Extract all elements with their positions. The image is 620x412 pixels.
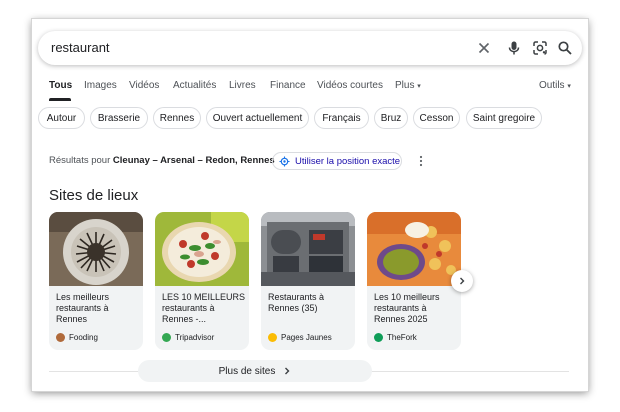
location-info: Résultats pour Cleunay – Arsenal – Redon… bbox=[49, 155, 275, 166]
chip-saint-gregoire[interactable]: Saint gregoire bbox=[466, 107, 542, 129]
search-results-window: restaurant Tous Images Vidéos Actualités… bbox=[32, 19, 588, 391]
location-target-icon bbox=[279, 155, 290, 167]
card-title: LES 10 MEILLEURS restaurants à Rennes -.… bbox=[162, 292, 246, 324]
section-title: Sites de lieux bbox=[49, 187, 139, 204]
chip-francais[interactable]: Français bbox=[314, 107, 369, 129]
use-exact-location-label: Utiliser la position exacte bbox=[295, 155, 401, 167]
card-source: Fooding bbox=[56, 332, 98, 343]
caret-down-icon: ▾ bbox=[417, 83, 421, 90]
card-title: Restaurants à Rennes (35) bbox=[268, 292, 325, 313]
tab-livres[interactable]: Livres bbox=[229, 80, 256, 91]
tab-actualites[interactable]: Actualités bbox=[173, 80, 216, 91]
tools-button[interactable]: Outils ▾ bbox=[539, 80, 571, 91]
card-thumbnail bbox=[367, 212, 461, 286]
microphone-icon[interactable] bbox=[506, 40, 522, 56]
card-source-name: Tripadvisor bbox=[175, 333, 215, 342]
card-title: Les 10 meilleurs restaurants à Rennes 20… bbox=[374, 292, 440, 324]
tab-tous[interactable]: Tous bbox=[49, 80, 72, 91]
lens-icon[interactable] bbox=[532, 40, 548, 56]
tab-videos[interactable]: Vidéos bbox=[129, 80, 159, 91]
card-source-name: Fooding bbox=[69, 333, 98, 342]
tab-plus[interactable]: Plus ▾ bbox=[395, 80, 421, 91]
place-site-card[interactable]: Les meilleurs restaurants à Rennes Foodi… bbox=[49, 212, 143, 350]
card-source: Tripadvisor bbox=[162, 332, 214, 343]
card-source-name: Pages Jaunes bbox=[281, 333, 332, 342]
place-site-card[interactable]: Les 10 meilleurs restaurants à Rennes 20… bbox=[367, 212, 461, 350]
filter-chips: Autour Brasserie Rennes Ouvert actuellem… bbox=[32, 107, 588, 129]
chip-ouvert-actuellement[interactable]: Ouvert actuellement bbox=[206, 107, 309, 129]
fooding-logo-icon bbox=[56, 333, 65, 342]
search-bar[interactable]: restaurant bbox=[38, 31, 582, 65]
card-source-name: TheFork bbox=[387, 333, 417, 342]
more-sites-button[interactable]: Plus de sites bbox=[138, 360, 372, 382]
tab-finance[interactable]: Finance bbox=[270, 80, 306, 91]
search-input[interactable]: restaurant bbox=[51, 40, 110, 55]
card-source: Pages Jaunes bbox=[268, 332, 332, 343]
thefork-logo-icon bbox=[374, 333, 383, 342]
chevron-right-icon bbox=[285, 367, 290, 375]
close-icon[interactable] bbox=[476, 40, 492, 56]
chip-rennes[interactable]: Rennes bbox=[153, 107, 201, 129]
more-sites-label: Plus de sites bbox=[218, 365, 276, 377]
card-thumbnail bbox=[155, 212, 249, 286]
tab-videos-courtes[interactable]: Vidéos courtes bbox=[317, 80, 383, 91]
carousel-next-button[interactable] bbox=[451, 270, 473, 292]
chip-brasserie[interactable]: Brasserie bbox=[90, 107, 148, 129]
card-thumbnail bbox=[261, 212, 355, 286]
more-options-icon[interactable] bbox=[418, 155, 424, 167]
chip-autour[interactable]: Autour bbox=[38, 107, 85, 129]
chip-bruz[interactable]: Bruz bbox=[374, 107, 408, 129]
location-prefix: Résultats pour bbox=[49, 155, 111, 166]
chevron-right-icon bbox=[460, 277, 465, 285]
pages-jaunes-logo-icon bbox=[268, 333, 277, 342]
place-site-card[interactable]: LES 10 MEILLEURS restaurants à Rennes -.… bbox=[155, 212, 249, 350]
tab-images[interactable]: Images bbox=[84, 80, 117, 91]
place-site-card[interactable]: Restaurants à Rennes (35) Pages Jaunes bbox=[261, 212, 355, 350]
card-source: TheFork bbox=[374, 332, 417, 343]
use-exact-location-button[interactable]: Utiliser la position exacte bbox=[272, 152, 402, 170]
active-tab-indicator bbox=[49, 98, 71, 101]
tripadvisor-logo-icon bbox=[162, 333, 171, 342]
tools-label: Outils bbox=[539, 80, 565, 91]
location-place: Cleunay – Arsenal – Redon, Rennes bbox=[112, 155, 275, 166]
card-thumbnail bbox=[49, 212, 143, 286]
search-tabs: Tous Images Vidéos Actualités Livres Fin… bbox=[32, 77, 588, 101]
chip-cesson[interactable]: Cesson bbox=[413, 107, 460, 129]
tab-plus-label: Plus bbox=[395, 80, 415, 91]
caret-down-icon: ▾ bbox=[567, 83, 571, 90]
search-icon[interactable] bbox=[557, 40, 573, 56]
card-title: Les meilleurs restaurants à Rennes bbox=[56, 292, 110, 324]
